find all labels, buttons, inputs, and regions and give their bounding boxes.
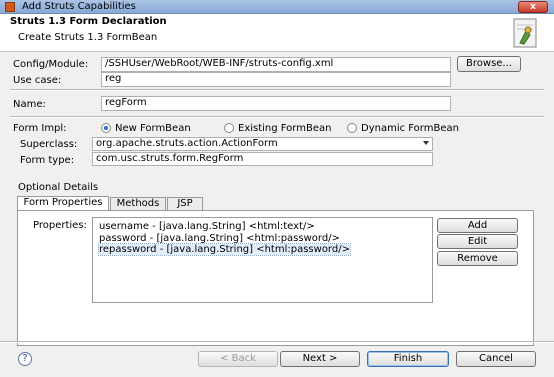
radio-existing-formbean[interactable] — [224, 123, 234, 133]
use-case-field[interactable]: reg — [101, 72, 451, 87]
tab-methods[interactable]: Methods — [110, 197, 166, 211]
properties-list[interactable]: username - [java.lang.String] <html:text… — [92, 217, 433, 303]
property-repassword: repassword - [java.lang.String] <html:pa… — [98, 243, 351, 256]
wizard-header: Struts 1.3 Form Declaration Create Strut… — [0, 14, 554, 52]
back-button[interactable]: < Back — [198, 351, 278, 367]
radio-new-formbean-label: New FormBean — [115, 123, 191, 134]
page-subtitle: Create Struts 1.3 FormBean — [18, 32, 158, 43]
tab-jsp[interactable]: JSP — [167, 197, 203, 211]
name-label: Name: — [13, 99, 46, 110]
window-titlebar: Add Struts Capabilities x — [0, 0, 554, 14]
separator — [10, 116, 544, 118]
radio-dynamic-formbean[interactable] — [347, 123, 357, 133]
form-type-label: Form type: — [20, 155, 75, 166]
next-button[interactable]: Next > — [280, 351, 360, 367]
tab-form-properties[interactable]: Form Properties — [17, 196, 109, 211]
optional-details-label: Optional Details — [18, 182, 99, 193]
name-field[interactable]: regForm — [101, 96, 451, 111]
superclass-dropdown[interactable]: org.apache.struts.action.ActionForm — [92, 137, 433, 151]
chevron-down-icon[interactable] — [423, 141, 429, 145]
property-password: password - [java.lang.String] <html:pass… — [99, 232, 340, 244]
window-title: Add Struts Capabilities — [22, 1, 136, 12]
cancel-button[interactable]: Cancel — [456, 351, 536, 367]
add-button[interactable]: Add — [437, 218, 518, 233]
config-module-field[interactable]: /SSHUser/WebRoot/WEB-INF/struts-config.x… — [101, 57, 451, 72]
page-title: Struts 1.3 Form Declaration — [10, 16, 167, 27]
wizard-banner-icon — [513, 18, 537, 48]
list-item[interactable]: repassword - [java.lang.String] <html:pa… — [93, 243, 432, 256]
form-impl-label: Form Impl: — [13, 123, 67, 134]
list-item[interactable]: username - [java.lang.String] <html:text… — [93, 218, 432, 233]
help-icon[interactable]: ? — [18, 352, 32, 366]
app-icon — [5, 2, 15, 12]
config-module-label: Config/Module: — [13, 59, 89, 70]
separator — [0, 341, 554, 343]
use-case-label: Use case: — [13, 75, 62, 86]
property-username: username - [java.lang.String] <html:text… — [99, 221, 315, 232]
close-icon[interactable]: x — [518, 1, 548, 13]
superclass-value: org.apache.struts.action.ActionForm — [96, 138, 278, 149]
edit-button[interactable]: Edit — [437, 234, 518, 249]
radio-existing-formbean-label: Existing FormBean — [238, 123, 332, 134]
remove-button[interactable]: Remove — [437, 251, 518, 266]
browse-button[interactable]: Browse... — [457, 56, 521, 72]
properties-label: Properties: — [33, 220, 87, 231]
radio-dynamic-formbean-label: Dynamic FormBean — [361, 123, 459, 134]
radio-new-formbean[interactable] — [101, 123, 111, 133]
form-type-field[interactable]: com.usc.struts.form.RegForm — [92, 152, 433, 166]
finish-button[interactable]: Finish — [367, 351, 449, 367]
separator — [10, 89, 544, 91]
superclass-label: Superclass: — [20, 139, 78, 150]
list-item[interactable]: password - [java.lang.String] <html:pass… — [93, 233, 432, 245]
